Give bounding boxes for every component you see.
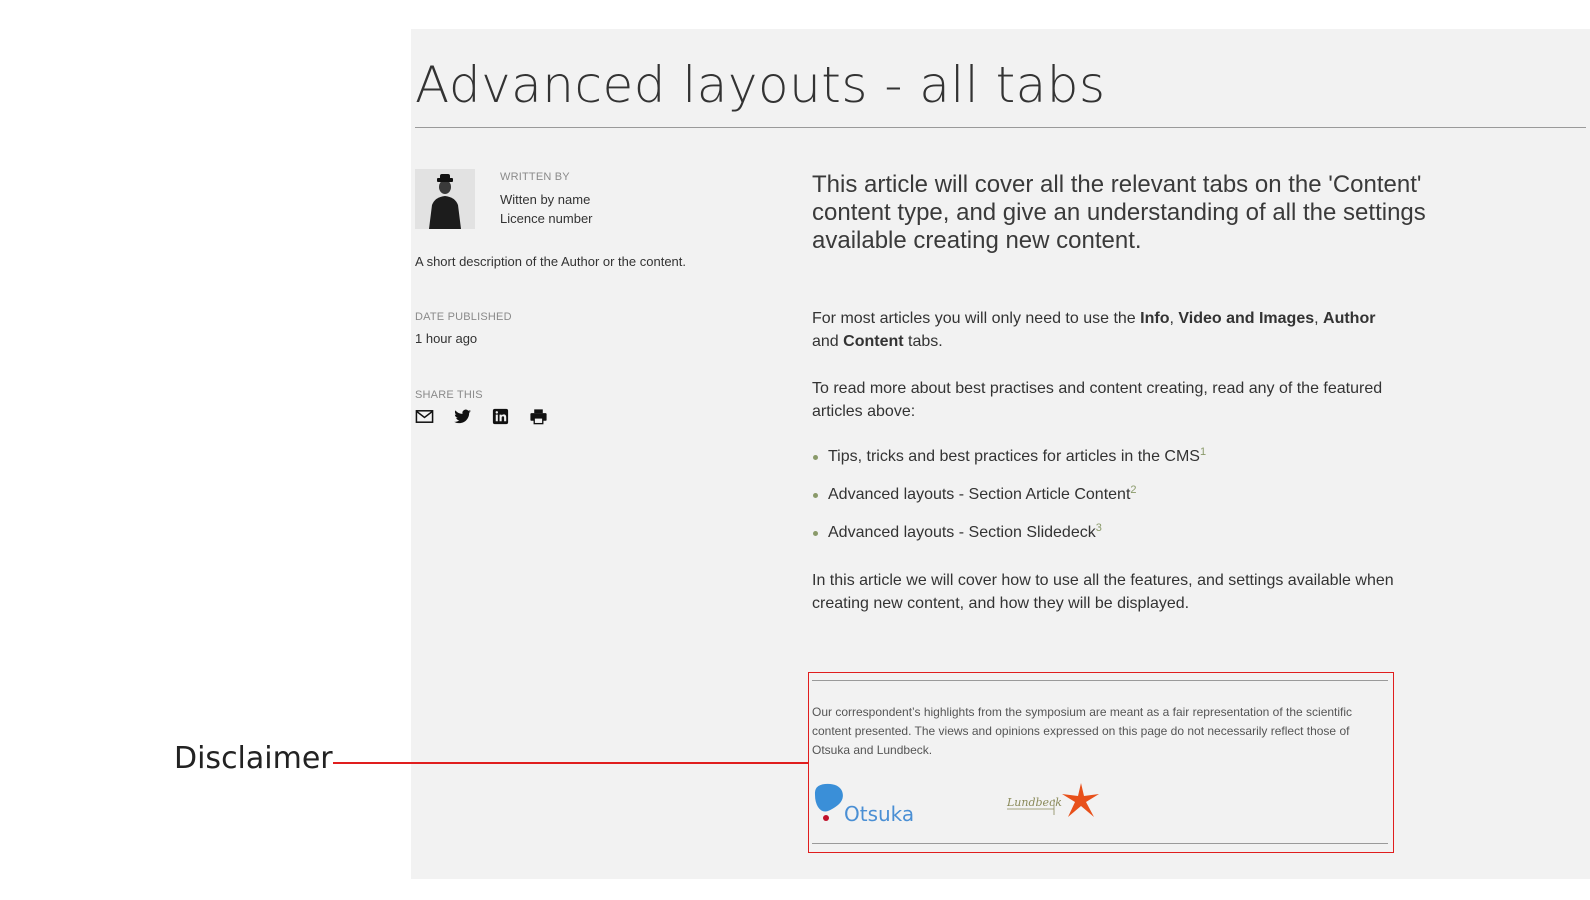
title-divider: [415, 127, 1586, 128]
footnote-ref[interactable]: 1: [1200, 446, 1206, 458]
featured-articles-list: Tips, tricks and best practices for arti…: [812, 445, 1206, 559]
written-by-label: WRITTEN BY: [500, 171, 570, 183]
mail-icon[interactable]: [415, 407, 434, 426]
disclaimer-annotation-label: Disclaimer: [174, 741, 333, 776]
twitter-icon[interactable]: [453, 407, 472, 426]
date-published-label: DATE PUBLISHED: [415, 311, 512, 323]
list-item[interactable]: Advanced layouts - Section Article Conte…: [812, 483, 1206, 521]
page-title: Advanced layouts - all tabs: [415, 56, 1106, 114]
author-licence: Licence number: [500, 211, 593, 226]
author-photo-icon: [415, 169, 475, 229]
featured-link[interactable]: Tips, tricks and best practices for arti…: [828, 448, 1200, 465]
footnote-ref[interactable]: 2: [1130, 484, 1136, 496]
article-paragraph-2: To read more about best practises and co…: [812, 380, 1383, 420]
share-icons: [415, 407, 548, 426]
author-description: A short description of the Author or the…: [415, 254, 687, 269]
article-paragraph-3: In this article we will cover how to use…: [812, 572, 1394, 612]
linkedin-icon[interactable]: [491, 407, 510, 426]
print-icon[interactable]: [529, 407, 548, 426]
share-label: SHARE THIS: [415, 389, 483, 401]
list-item[interactable]: Tips, tricks and best practices for arti…: [812, 445, 1206, 483]
article-paragraph-1: For most articles you will only need to …: [812, 310, 1376, 350]
featured-link[interactable]: Advanced layouts - Section Article Conte…: [828, 486, 1130, 503]
disclaimer-annotation-line: [333, 762, 808, 764]
author-avatar: [415, 169, 475, 229]
list-item[interactable]: Advanced layouts - Section Slidedeck3: [812, 521, 1206, 559]
featured-link[interactable]: Advanced layouts - Section Slidedeck: [828, 524, 1096, 541]
footnote-ref[interactable]: 3: [1096, 522, 1102, 534]
article-lead: This article will cover all the relevant…: [812, 171, 1426, 254]
date-published-value: 1 hour ago: [415, 331, 478, 346]
disclaimer-highlight-box: [808, 672, 1394, 853]
author-name: Witten by name: [500, 192, 591, 207]
